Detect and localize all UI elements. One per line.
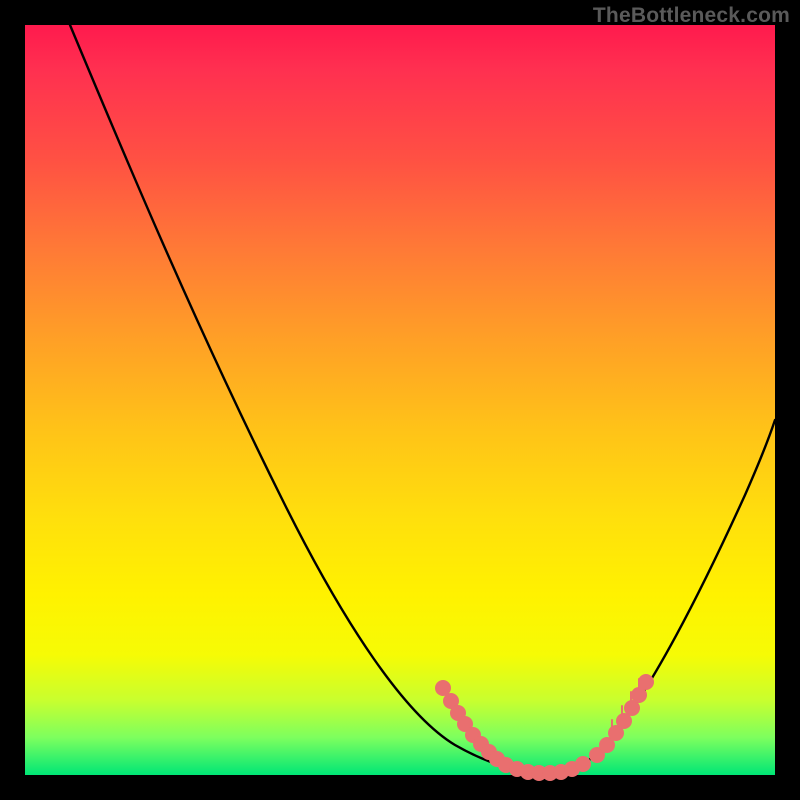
- marker-tick: [638, 678, 640, 692]
- chart-svg: [25, 25, 775, 775]
- marker-dot: [575, 756, 591, 772]
- marker-dot: [638, 674, 654, 690]
- watermark-label: TheBottleneck.com: [593, 4, 790, 28]
- marker-tick: [630, 691, 632, 705]
- marker-tick: [621, 705, 623, 719]
- marker-tick: [611, 719, 613, 733]
- marker-group: [435, 674, 654, 781]
- bottleneck-curve: [70, 25, 775, 773]
- chart-frame: TheBottleneck.com: [0, 0, 800, 800]
- plot-area: [25, 25, 775, 775]
